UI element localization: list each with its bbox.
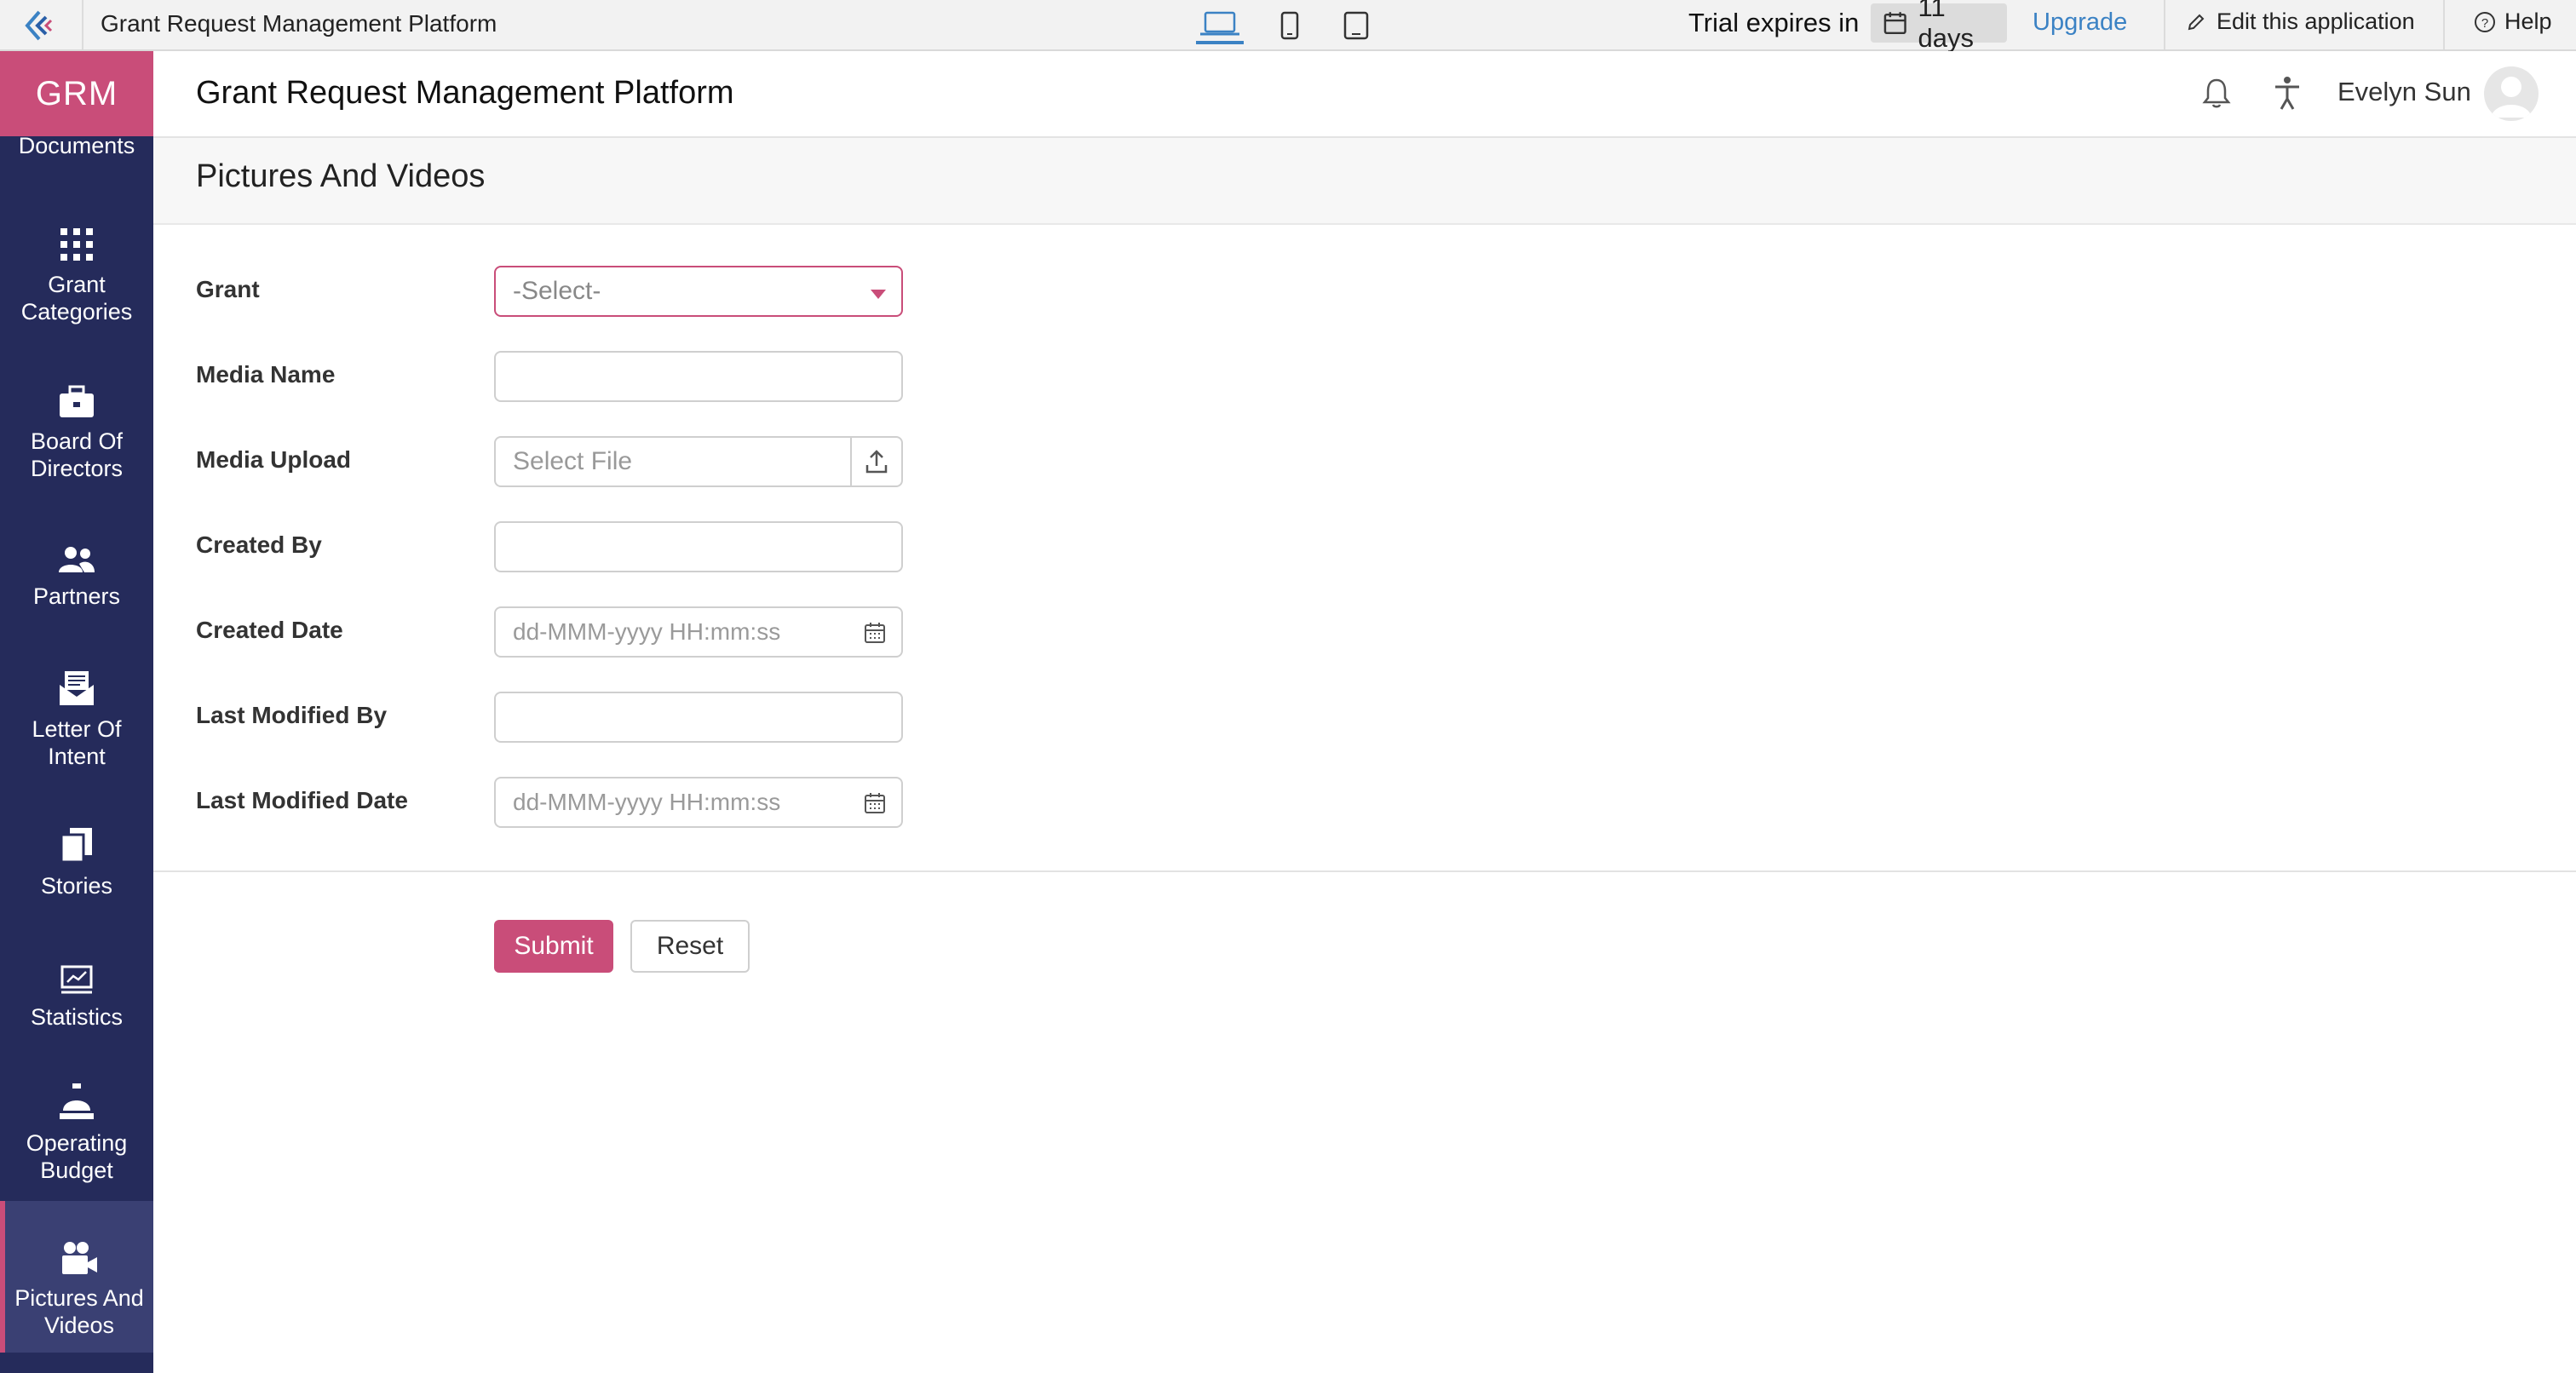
divider (82, 0, 83, 49)
grant-select-value: -Select- (513, 277, 601, 305)
submit-button[interactable]: Submit (494, 920, 613, 973)
grid-icon (59, 215, 95, 262)
form-row-last-modified-by: Last Modified By (153, 692, 1176, 743)
divider (2164, 0, 2165, 49)
edit-application-button[interactable]: Edit this application (2186, 9, 2415, 35)
copy-icon (60, 816, 94, 864)
edit-application-label: Edit this application (2217, 9, 2415, 34)
brand-logo[interactable]: GRM (0, 51, 153, 136)
created-date-placeholder: dd-MMM-yyyy HH:mm:ss (513, 618, 781, 645)
media-upload-field[interactable]: Select File (494, 436, 903, 487)
zoho-creator-logo-icon[interactable] (20, 9, 63, 43)
form-row-grant: Grant -Select- (153, 266, 1176, 317)
form-divider (153, 870, 2576, 872)
trial-days-value: 11 days (1918, 0, 1974, 53)
reset-button[interactable]: Reset (630, 920, 750, 973)
last-modified-date-input[interactable]: dd-MMM-yyyy HH:mm:ss (494, 777, 903, 828)
help-label: Help (2504, 9, 2552, 34)
calendar-icon (1883, 12, 1906, 35)
sidebar-item-documents[interactable]: Documents (0, 136, 153, 196)
media-upload-placeholder: Select File (513, 447, 633, 475)
form-row-last-modified-date: Last Modified Date dd-MMM-yyyy HH:mm:ss (153, 777, 1176, 828)
calendar-icon[interactable] (864, 792, 886, 820)
calendar-icon[interactable] (864, 622, 886, 650)
page-title: Pictures And Videos (196, 158, 486, 194)
form-row-created-by: Created By (153, 521, 1176, 572)
sidebar-item-board-of-directors[interactable]: Board Of Directors (0, 371, 153, 482)
last-modified-date-label: Last Modified Date (196, 787, 408, 813)
last-modified-by-label: Last Modified By (196, 702, 388, 728)
media-name-input[interactable] (494, 351, 903, 402)
trial-days-badge: 11 days (1871, 0, 2007, 53)
grant-select[interactable]: -Select- (494, 266, 903, 317)
envelope-icon (58, 659, 95, 707)
notification-bell-icon[interactable] (2201, 77, 2232, 113)
sidebar-item-label: Letter Of Intent (32, 716, 122, 769)
chevron-down-icon (871, 290, 886, 299)
sidebar-item-statistics[interactable]: Statistics (0, 947, 153, 1031)
help-button[interactable]: ? Help (2474, 9, 2552, 35)
video-camera-icon (60, 1228, 99, 1276)
app-header: Grant Request Management Platform Evelyn… (153, 51, 2576, 138)
sidebar-item-letter-of-intent[interactable]: Letter Of Intent (0, 659, 153, 770)
user-name[interactable]: Evelyn Sun (2337, 77, 2471, 107)
sidebar-item-partners[interactable]: Partners (0, 526, 153, 610)
tablet-icon (1343, 11, 1369, 40)
sidebar-item-stories[interactable]: Stories (0, 816, 153, 899)
created-date-input[interactable]: dd-MMM-yyyy HH:mm:ss (494, 606, 903, 658)
help-circle-icon: ? (2475, 11, 2495, 32)
upload-button[interactable] (850, 438, 901, 485)
header-title: Grant Request Management Platform (196, 75, 734, 111)
laptop-icon (1200, 11, 1239, 36)
avatar[interactable] (2484, 66, 2539, 121)
sidebar-item-label: Documents (18, 136, 135, 158)
mobile-icon (1280, 11, 1299, 40)
media-name-label: Media Name (196, 361, 336, 388)
bell-desk-icon (58, 1073, 95, 1121)
tablet-preview-button[interactable] (1339, 7, 1373, 44)
sidebar-item-label: Statistics (30, 1004, 124, 1030)
accessibility-icon[interactable] (2273, 75, 2302, 115)
trial-text: Trial expires in (1688, 8, 1860, 37)
app-title: Grant Request Management Platform (101, 10, 497, 37)
sidebar-item-operating-budget[interactable]: Operating Budget (0, 1073, 153, 1184)
sidebar-item-pictures-and-videos[interactable]: Pictures And Videos (0, 1201, 153, 1353)
mobile-preview-button[interactable] (1274, 7, 1305, 44)
upload-icon (865, 450, 888, 474)
sidebar-item-label: Pictures And Videos (14, 1285, 144, 1338)
laptop-preview-button[interactable] (1196, 7, 1244, 44)
sidebar-item-grant-categories[interactable]: Grant Categories (0, 215, 153, 325)
form-row-media-name: Media Name (153, 351, 1176, 402)
page-title-band: Pictures And Videos (153, 138, 2576, 225)
upgrade-link[interactable]: Upgrade (2033, 9, 2127, 37)
form-row-created-date: Created Date dd-MMM-yyyy HH:mm:ss (153, 606, 1176, 658)
briefcase-icon (58, 371, 95, 419)
sidebar: GRM Documents Grant Categories Board Of … (0, 51, 153, 1373)
people-icon (57, 526, 96, 574)
created-by-label: Created By (196, 531, 322, 558)
sidebar-item-label: Board Of Directors (30, 428, 124, 481)
grant-label: Grant (196, 276, 260, 302)
media-upload-label: Media Upload (196, 446, 352, 473)
sidebar-item-label: Operating Budget (26, 1130, 128, 1183)
last-modified-by-input[interactable] (494, 692, 903, 743)
sidebar-item-label: Partners (32, 583, 121, 609)
pencil-icon (2188, 14, 2205, 30)
chart-icon (60, 947, 94, 995)
sidebar-item-label: Grant Categories (20, 272, 133, 325)
divider (2443, 0, 2445, 49)
created-by-input[interactable] (494, 521, 903, 572)
created-date-label: Created Date (196, 617, 343, 643)
last-modified-date-placeholder: dd-MMM-yyyy HH:mm:ss (513, 789, 781, 815)
creator-topbar: Grant Request Management Platform Trial … (0, 0, 2576, 53)
form-row-media-upload: Media Upload Select File (153, 436, 1176, 487)
svg-text:?: ? (2481, 16, 2488, 31)
sidebar-item-label: Stories (40, 873, 113, 899)
